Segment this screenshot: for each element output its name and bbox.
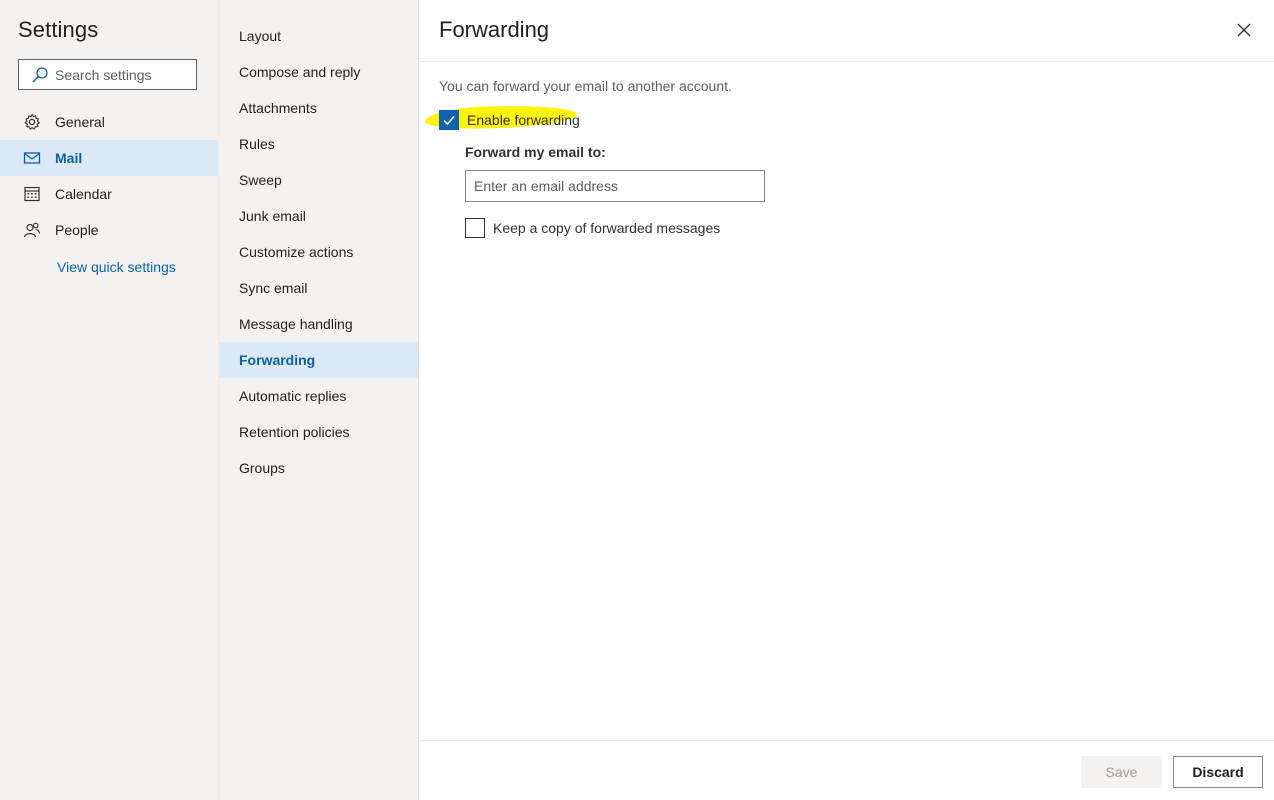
close-icon xyxy=(1237,23,1251,37)
category-sweep[interactable]: Sweep xyxy=(219,162,418,198)
keep-copy-checkbox[interactable] xyxy=(465,218,485,238)
category-layout[interactable]: Layout xyxy=(219,18,418,54)
search-settings-input[interactable] xyxy=(55,60,185,89)
category-message-handling[interactable]: Message handling xyxy=(219,306,418,342)
search-settings-box[interactable] xyxy=(18,59,197,90)
view-quick-settings-link[interactable]: View quick settings xyxy=(57,259,176,275)
discard-button[interactable]: Discard xyxy=(1173,756,1263,788)
nav-item-label: Mail xyxy=(55,150,83,166)
keep-copy-checkbox-row[interactable]: Keep a copy of forwarded messages xyxy=(465,218,720,238)
settings-pane: Settings General Mail xyxy=(0,0,218,800)
nav-item-label: People xyxy=(55,222,99,238)
header-divider xyxy=(419,61,1274,62)
settings-title: Settings xyxy=(18,17,99,42)
nav-item-calendar[interactable]: Calendar xyxy=(0,176,218,212)
category-sync-email[interactable]: Sync email xyxy=(219,270,418,306)
nav-item-mail[interactable]: Mail xyxy=(0,140,218,176)
enable-forwarding-checkbox-row[interactable]: Enable forwarding xyxy=(439,110,580,130)
forward-to-label: Forward my email to: xyxy=(465,144,606,160)
category-attachments[interactable]: Attachments xyxy=(219,90,418,126)
category-compose-and-reply[interactable]: Compose and reply xyxy=(219,54,418,90)
nav-item-people[interactable]: People xyxy=(0,212,218,248)
nav-item-label: Calendar xyxy=(55,186,112,202)
mail-categories-pane: Layout Compose and reply Attachments Rul… xyxy=(218,0,418,800)
mail-icon xyxy=(23,149,41,167)
enable-forwarding-label: Enable forwarding xyxy=(467,112,580,128)
save-button[interactable]: Save xyxy=(1081,756,1162,788)
category-automatic-replies[interactable]: Automatic replies xyxy=(219,378,418,414)
page-title: Forwarding xyxy=(439,17,550,42)
forwarding-content-pane: Forwarding You can forward your email to… xyxy=(418,0,1274,800)
category-groups[interactable]: Groups xyxy=(219,450,418,486)
footer-divider xyxy=(419,740,1274,741)
category-junk-email[interactable]: Junk email xyxy=(219,198,418,234)
people-icon xyxy=(23,221,41,239)
nav-item-label: General xyxy=(55,114,105,130)
calendar-icon xyxy=(23,185,41,203)
nav-item-general[interactable]: General xyxy=(0,104,218,140)
keep-copy-label: Keep a copy of forwarded messages xyxy=(493,220,721,236)
search-icon xyxy=(31,66,49,84)
forwarding-description: You can forward your email to another ac… xyxy=(439,78,732,94)
close-button[interactable] xyxy=(1234,20,1254,40)
enable-forwarding-checkbox[interactable] xyxy=(439,110,459,130)
checkmark-icon xyxy=(443,116,455,126)
category-rules[interactable]: Rules xyxy=(219,126,418,162)
gear-icon xyxy=(23,113,41,131)
category-forwarding[interactable]: Forwarding xyxy=(219,342,418,378)
forward-email-input[interactable] xyxy=(465,170,765,202)
category-retention-policies[interactable]: Retention policies xyxy=(219,414,418,450)
category-customize-actions[interactable]: Customize actions xyxy=(219,234,418,270)
